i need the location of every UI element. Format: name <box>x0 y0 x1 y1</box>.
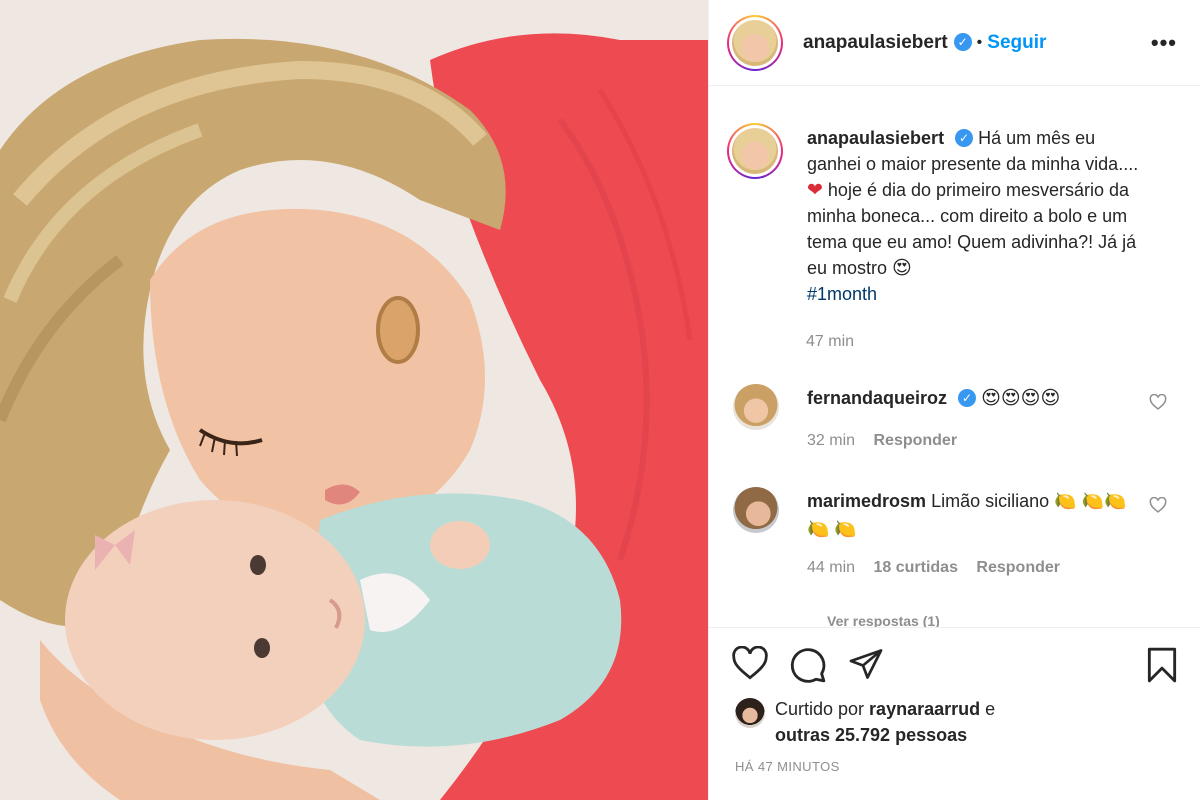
likes-count[interactable]: outras 25.792 pessoas <box>775 725 967 745</box>
follow-button[interactable]: Seguir <box>987 32 1046 54</box>
post-side-panel: anapaulasiebert ✓ • Seguir ••• anapaulas… <box>708 0 1200 800</box>
author-username[interactable]: anapaulasiebert <box>803 32 948 54</box>
reply-button[interactable]: Responder <box>873 432 957 449</box>
post-header: anapaulasiebert ✓ • Seguir ••• <box>709 0 1200 86</box>
post-timestamp[interactable]: Há 47 minutos <box>735 759 840 774</box>
post-actions: Curtido por raynaraarrud e outras 25.792… <box>709 627 1200 800</box>
caption-hashtag[interactable]: #1month <box>807 284 877 304</box>
comment-username[interactable]: marimedrosm <box>807 491 926 511</box>
verified-badge-icon: ✓ <box>953 32 972 51</box>
comment-meta: 44 min 18 curtidas Responder <box>807 559 1060 577</box>
post-photo[interactable] <box>0 0 708 800</box>
caption-username[interactable]: anapaulasiebert <box>807 128 944 148</box>
bookmark-icon[interactable] <box>1145 646 1179 684</box>
caption-author-avatar[interactable] <box>727 123 783 179</box>
author-avatar[interactable] <box>727 14 783 71</box>
likes-summary: Curtido por raynaraarrud e outras 25.792… <box>735 696 1075 748</box>
heart-outline-icon[interactable] <box>731 646 769 680</box>
like-comment-heart-icon[interactable] <box>1149 497 1167 513</box>
like-comment-heart-icon[interactable] <box>1149 394 1167 410</box>
comment-meta: 32 min Responder <box>807 432 957 450</box>
paper-plane-icon[interactable] <box>847 646 885 682</box>
likes-text: Curtido por raynaraarrud e outras 25.792… <box>775 696 1075 748</box>
verified-badge-icon: ✓ <box>955 129 974 148</box>
comment-likes-count[interactable]: 18 curtidas <box>873 559 957 576</box>
comment-text: marimedrosm Limão siciliano 🍋 🍋🍋🍋 🍋 <box>807 487 1137 543</box>
commenter-avatar[interactable] <box>733 487 779 533</box>
caption-timestamp: 47 min <box>806 333 855 350</box>
caption-body-2: hoje é dia do primeiro mesversário da mi… <box>807 180 1137 278</box>
liked-by-prefix: Curtido por <box>775 699 870 719</box>
comments-list[interactable]: anapaulasiebert ✓ Há um mês eu ganhei o … <box>709 87 1200 627</box>
comment-timestamp: 32 min <box>807 432 856 449</box>
verified-badge-icon: ✓ <box>958 389 977 408</box>
comment-text: fernandaqueiroz ✓ 😍😍😍😍 <box>807 384 1137 412</box>
liked-by-conjunction: e <box>980 699 996 719</box>
liker-avatar[interactable] <box>735 698 765 728</box>
liker-username[interactable]: raynaraarrud <box>869 699 980 719</box>
reply-button[interactable]: Responder <box>976 559 1060 576</box>
more-options-icon[interactable]: ••• <box>1151 30 1177 56</box>
header-separator: • <box>976 33 983 51</box>
comment-username[interactable]: fernandaqueiroz <box>807 388 947 408</box>
comment-body: 😍😍😍😍 <box>981 387 1061 409</box>
mother-and-baby-photo <box>0 0 708 800</box>
heart-eyes-emoji: 😍 <box>892 257 912 279</box>
comment-bubble-icon[interactable] <box>789 646 827 684</box>
heart-emoji: ❤ <box>807 179 823 201</box>
comment-timestamp: 44 min <box>807 559 856 576</box>
commenter-avatar[interactable] <box>733 384 779 430</box>
caption-text: anapaulasiebert ✓ Há um mês eu ganhei o … <box>807 125 1152 307</box>
view-replies-link[interactable]: Ver respostas (1) <box>827 613 940 627</box>
